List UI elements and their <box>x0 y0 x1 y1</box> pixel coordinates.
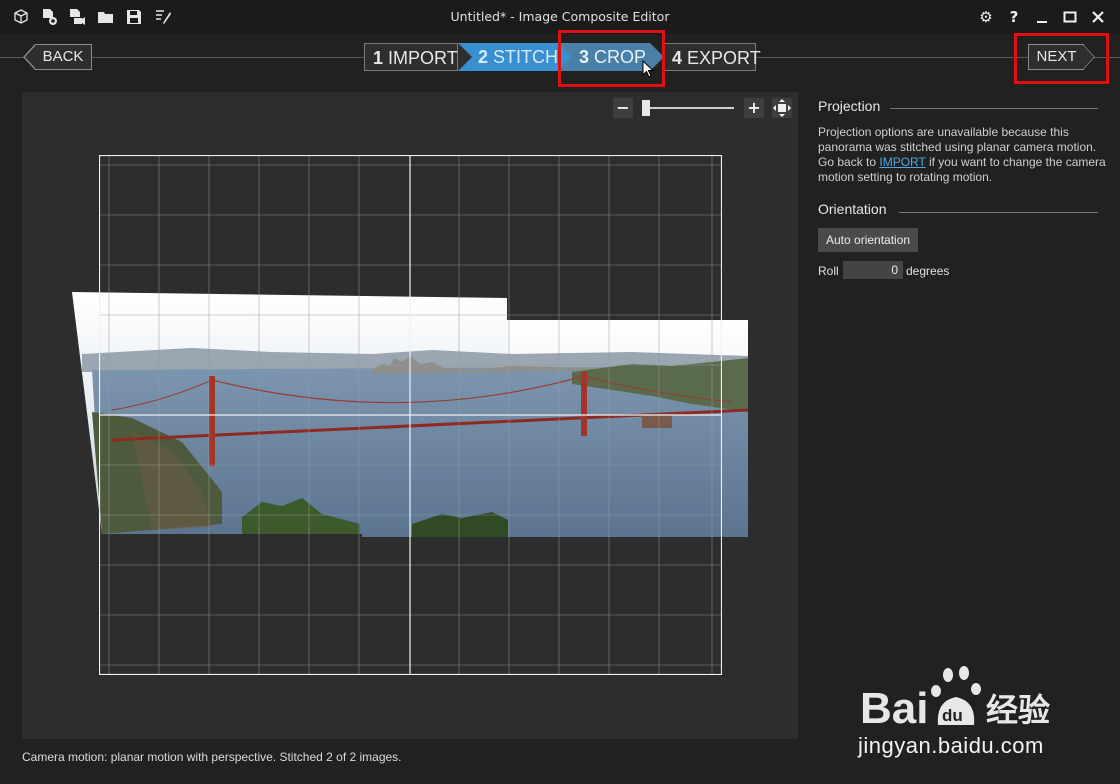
tab-stitch[interactable]: 2 STITCH <box>458 43 558 71</box>
highlight-next-button <box>1014 33 1109 84</box>
help-icon[interactable]: ? <box>1004 7 1024 27</box>
zoom-slider-track[interactable] <box>644 107 734 109</box>
import-link[interactable]: IMPORT <box>879 155 925 169</box>
step-number: 4 <box>672 48 683 68</box>
step-separator <box>458 43 472 71</box>
roll-unit-label: degrees <box>906 264 950 278</box>
zoom-out-button[interactable]: − <box>613 98 633 118</box>
step-number: 2 <box>478 47 489 67</box>
crop-thirds <box>99 155 722 675</box>
roll-label: Roll <box>818 264 839 278</box>
roll-input[interactable]: 0 <box>843 261 903 279</box>
projection-rule <box>890 108 1098 109</box>
orientation-heading: Orientation <box>818 201 887 217</box>
watermark-url: jingyan.baidu.com <box>858 733 1044 758</box>
minimize-icon[interactable] <box>1032 7 1052 27</box>
step-label: STITCH <box>493 47 559 67</box>
svg-text:Bai: Bai <box>860 684 928 733</box>
svg-text:du: du <box>942 706 963 725</box>
title-bar: Untitled* - Image Composite Editor ⚙ ? <box>0 0 1120 34</box>
baidu-watermark-logo: Bai du 经验 <box>860 666 1050 733</box>
preview-canvas[interactable]: − + <box>22 92 798 739</box>
highlight-crop-step <box>558 30 665 87</box>
status-bar-text: Camera motion: planar motion with perspe… <box>22 750 402 764</box>
fit-to-window-icon[interactable] <box>772 98 792 118</box>
crop-frame[interactable] <box>99 155 722 675</box>
zoom-slider-thumb[interactable] <box>642 100 650 116</box>
projection-description: Projection options are unavailable becau… <box>818 125 1108 185</box>
orientation-rule <box>899 212 1098 213</box>
tab-export[interactable]: 4 EXPORT <box>664 43 761 71</box>
window-title: Untitled* - Image Composite Editor <box>450 9 670 24</box>
maximize-icon[interactable] <box>1060 7 1080 27</box>
back-button[interactable]: BACK <box>35 44 92 70</box>
auto-orientation-button[interactable]: Auto orientation <box>818 228 919 252</box>
tab-import[interactable]: 1 IMPORT <box>364 43 458 71</box>
zoom-in-button[interactable]: + <box>744 98 764 118</box>
close-icon[interactable] <box>1088 7 1108 27</box>
svg-text:经验: 经验 <box>986 691 1050 729</box>
step-label: IMPORT <box>388 48 458 68</box>
step-number: 1 <box>373 48 384 68</box>
settings-icon[interactable]: ⚙ <box>976 7 996 27</box>
step-label: EXPORT <box>687 48 761 68</box>
projection-heading: Projection <box>818 98 881 114</box>
